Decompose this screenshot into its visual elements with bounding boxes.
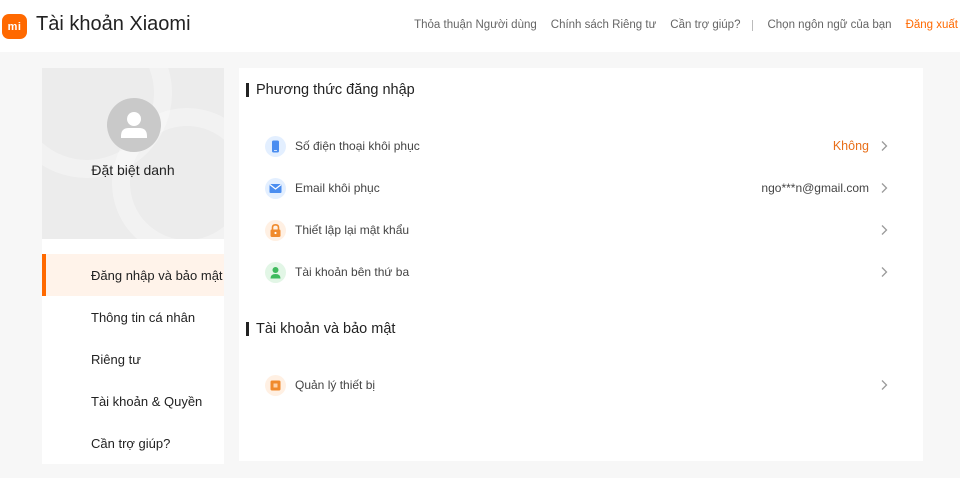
reset-password-row[interactable]: Thiết lập lại mật khẩu: [265, 215, 889, 245]
sidebar-item-help[interactable]: Cần trợ giúp?: [42, 422, 224, 464]
language-selector-link[interactable]: Chọn ngôn ngữ của bạn: [767, 19, 891, 31]
sidebar-item-personal-info[interactable]: Thông tin cá nhân: [42, 296, 224, 338]
recovery-phone-label: Số điện thoại khôi phục: [295, 139, 420, 153]
reset-password-label: Thiết lập lại mật khẩu: [295, 223, 410, 237]
recovery-email-value: ngo***n@gmail.com: [761, 181, 869, 195]
third-party-accounts-row[interactable]: Tài khoản bên thứ ba: [265, 257, 889, 287]
main-panel: Phương thức đăng nhập Số điện thoại khôi…: [239, 68, 923, 461]
set-nickname-link[interactable]: Đặt biệt danh: [42, 162, 224, 178]
user-icon: [265, 261, 286, 283]
device-icon: [265, 374, 286, 396]
user-agreement-link[interactable]: Thỏa thuận Người dùng: [414, 19, 537, 31]
sidebar-item-login-security[interactable]: Đăng nhập và bảo mật: [42, 254, 224, 296]
third-party-accounts-label: Tài khoản bên thứ ba: [295, 265, 410, 279]
recovery-email-label: Email khôi phục: [295, 181, 380, 195]
chevron-right-icon: [881, 141, 888, 151]
help-link[interactable]: Cần trợ giúp?: [670, 19, 740, 31]
sidebar: Đặt biệt danh Đăng nhập và bảo mật Thông…: [42, 68, 224, 464]
top-nav: Thỏa thuận Người dùng Chính sách Riêng t…: [400, 19, 958, 31]
sidebar-item-account-permissions[interactable]: Tài khoản & Quyền: [42, 380, 224, 422]
profile-card: Đặt biệt danh: [42, 68, 224, 239]
email-icon: [265, 177, 286, 199]
login-methods-heading: Phương thức đăng nhập: [246, 83, 415, 97]
user-avatar-icon: [121, 112, 147, 138]
chevron-right-icon: [881, 380, 888, 390]
chevron-right-icon: [881, 225, 888, 235]
phone-icon: [265, 135, 286, 157]
sidebar-item-privacy[interactable]: Riêng tư: [42, 338, 224, 380]
page-title: Tài khoản Xiaomi: [36, 13, 191, 35]
sidebar-nav: Đăng nhập và bảo mật Thông tin cá nhân R…: [42, 254, 224, 464]
account-security-heading: Tài khoản và bảo mật: [246, 322, 395, 336]
device-management-row[interactable]: Quản lý thiết bị: [265, 370, 889, 400]
avatar[interactable]: [107, 98, 161, 152]
chevron-right-icon: [881, 183, 888, 193]
logout-link[interactable]: Đăng xuất: [906, 19, 958, 31]
nav-divider: [752, 19, 754, 31]
chevron-right-icon: [881, 267, 888, 277]
top-bar: mi Tài khoản Xiaomi Thỏa thuận Người dùn…: [0, 0, 960, 52]
device-management-label: Quản lý thiết bị: [295, 378, 376, 392]
recovery-email-row[interactable]: Email khôi phục ngo***n@gmail.com: [265, 173, 889, 203]
recovery-phone-row[interactable]: Số điện thoại khôi phục Không: [265, 131, 889, 161]
lock-icon: [265, 219, 286, 241]
privacy-policy-link[interactable]: Chính sách Riêng tư: [551, 19, 657, 31]
xiaomi-logo-icon[interactable]: mi: [2, 14, 27, 39]
recovery-phone-value: Không: [832, 139, 869, 153]
